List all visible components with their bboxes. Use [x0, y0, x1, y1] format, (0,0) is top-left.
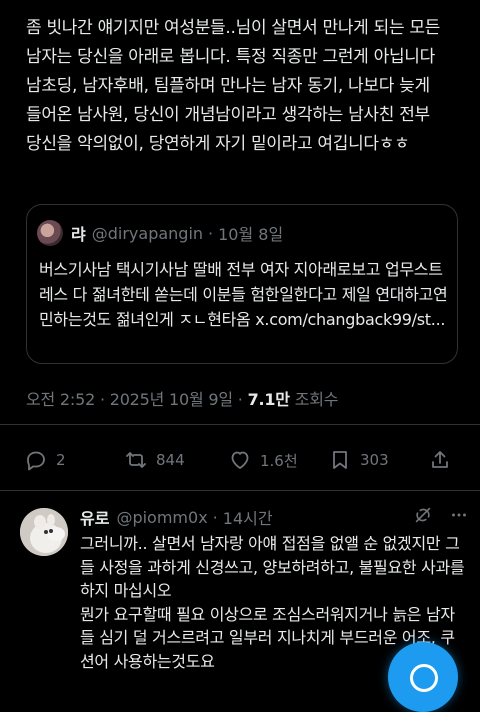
bookmark-icon	[333, 451, 347, 469]
reply-button[interactable]: 2	[24, 448, 66, 472]
grok-icon[interactable]	[412, 504, 434, 526]
reply-user-handle[interactable]: @piomm0x	[116, 508, 207, 527]
tweet-timestamp[interactable]: 오전 2:52 · 2025년 10월 9일 ·	[26, 390, 248, 409]
quoted-tweet-header: 랴 @diryapangin · 10월 8일	[37, 219, 283, 247]
reply-header: 유로 @piomm0x · 14시간	[80, 504, 470, 530]
views-count: 7.1만	[247, 390, 290, 409]
reply-user-avatar[interactable]	[20, 508, 68, 556]
reply-user-name[interactable]: 유로	[80, 505, 109, 529]
tweet-text: 좀 빗나간 얘기지만 여성분들..님이 살면서 만나게 되는 모든 남자는 당신…	[26, 18, 441, 154]
bookmark-button[interactable]: 303	[328, 448, 389, 472]
more-options-icon[interactable]	[448, 504, 470, 526]
like-count: 1.6천	[260, 451, 298, 470]
reply-header-icons	[412, 504, 470, 526]
quoted-tweet-date: 10월 8일	[218, 225, 284, 244]
separator-dot: ·	[208, 223, 214, 243]
compose-fab-button[interactable]	[388, 642, 458, 712]
quoted-tweet-card[interactable]: 랴 @diryapangin · 10월 8일 버스기사남 택시기사남 딸배 전…	[26, 204, 458, 364]
tweet-meta: 오전 2:52 · 2025년 10월 9일 · 7.1만 조회수	[26, 386, 338, 410]
quoted-tweet-text: 버스기사남 택시기사남 딸배 전부 여자 지아래로보고 업무스트레스 다 젊녀한…	[39, 260, 448, 329]
quoted-user-handle[interactable]: @diryapangin	[92, 224, 203, 243]
divider	[0, 424, 480, 425]
reply-count: 2	[56, 451, 66, 469]
moomin-avatar-icon	[20, 508, 68, 556]
heart-icon	[231, 451, 249, 469]
quoted-user-name[interactable]: 랴	[71, 221, 86, 245]
compose-icon	[410, 664, 438, 692]
share-icon	[432, 451, 448, 468]
reply-icon	[27, 451, 45, 471]
divider	[0, 490, 480, 491]
separator-dot: ·	[212, 507, 218, 527]
quoted-user-avatar[interactable]	[37, 220, 63, 246]
bookmark-count: 303	[360, 451, 389, 469]
retweet-button[interactable]: 844	[124, 448, 185, 472]
retweet-icon	[126, 452, 146, 468]
reply-time: 14시간	[222, 509, 273, 528]
views-label: 조회수	[289, 390, 339, 409]
retweet-count: 844	[156, 451, 185, 469]
like-button[interactable]: 1.6천	[228, 448, 298, 472]
tweet-actions-bar: 2 844 1.6천 303	[0, 440, 480, 480]
share-button[interactable]	[428, 448, 460, 472]
